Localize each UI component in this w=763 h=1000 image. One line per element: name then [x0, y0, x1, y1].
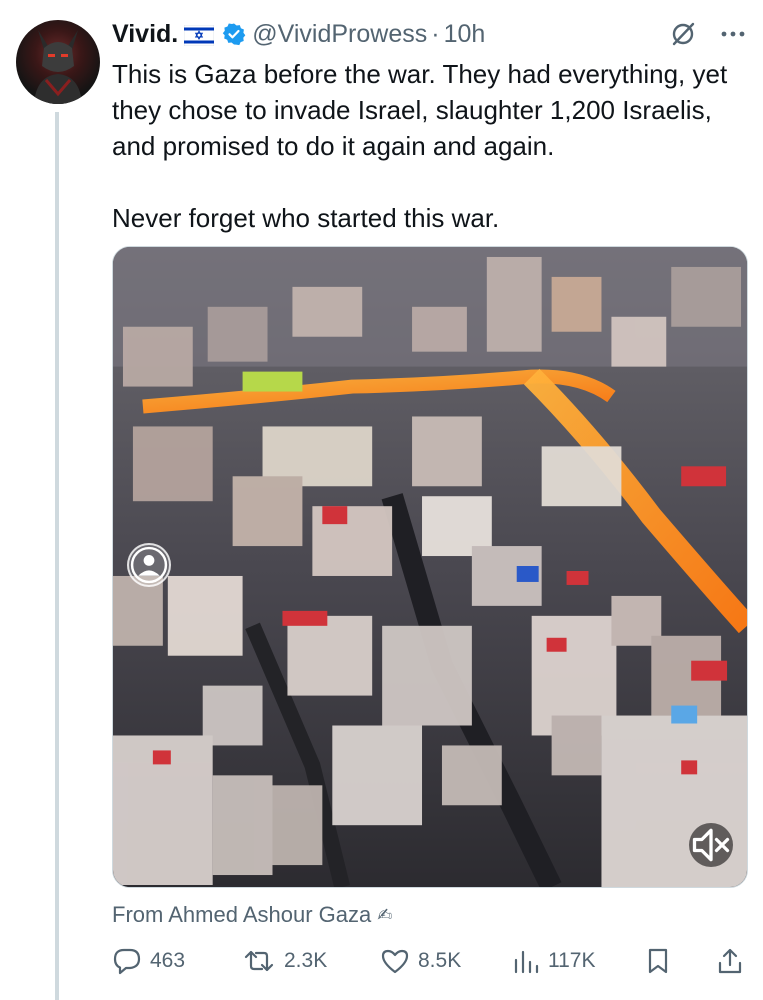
verified-badge-icon	[222, 22, 246, 46]
author-handle[interactable]: @VividProwess	[252, 20, 427, 49]
more-options-icon[interactable]	[719, 29, 747, 39]
globe-icon	[127, 543, 171, 587]
reply-icon	[113, 948, 141, 975]
views-chart-icon	[514, 950, 539, 974]
views-count: 117K	[548, 949, 596, 972]
bookmark-icon	[648, 948, 668, 974]
knight-avatar-image	[34, 30, 82, 104]
reply-count: 463	[150, 949, 186, 972]
tweet-body: This is Gaza before the war. They had ev…	[112, 56, 752, 236]
tweet-video[interactable]	[112, 246, 748, 888]
tweet-paragraph-2: Never forget who started this war.	[112, 203, 500, 233]
muted-speaker-icon[interactable]	[689, 823, 733, 867]
tweet-header: Vivid. @VividProwess · 10h	[112, 16, 747, 52]
tweet-actions: 463 2.3K 8.5K 117K	[112, 944, 748, 978]
author-display-name[interactable]: Vivid.	[112, 20, 178, 49]
bookmark-button[interactable]	[646, 944, 678, 978]
grok-icon[interactable]	[669, 20, 697, 48]
share-button[interactable]	[716, 944, 752, 978]
views-button[interactable]: 117K	[512, 944, 596, 978]
like-count: 8.5K	[418, 949, 462, 972]
thread-line	[55, 112, 59, 1000]
heart-icon	[381, 949, 409, 974]
israel-flag-icon	[183, 24, 215, 46]
aerial-city-night-image	[113, 247, 747, 887]
author-avatar[interactable]	[16, 20, 100, 104]
like-button[interactable]: 8.5K	[380, 944, 461, 978]
tweet-timestamp[interactable]: 10h	[444, 20, 486, 49]
share-icon	[718, 948, 742, 974]
writing-hand-glyph: ✍	[377, 904, 393, 925]
media-source-caption[interactable]: From Ahmed Ashour Gaza ✍	[112, 902, 392, 928]
reply-button[interactable]: 463	[112, 944, 185, 978]
repost-count: 2.3K	[284, 949, 328, 972]
repost-icon	[244, 950, 274, 972]
source-text: From Ahmed Ashour Gaza	[112, 902, 372, 927]
separator-dot: ·	[431, 19, 440, 48]
repost-button[interactable]: 2.3K	[242, 944, 327, 978]
tweet-paragraph-1: This is Gaza before the war. They had ev…	[112, 59, 728, 161]
